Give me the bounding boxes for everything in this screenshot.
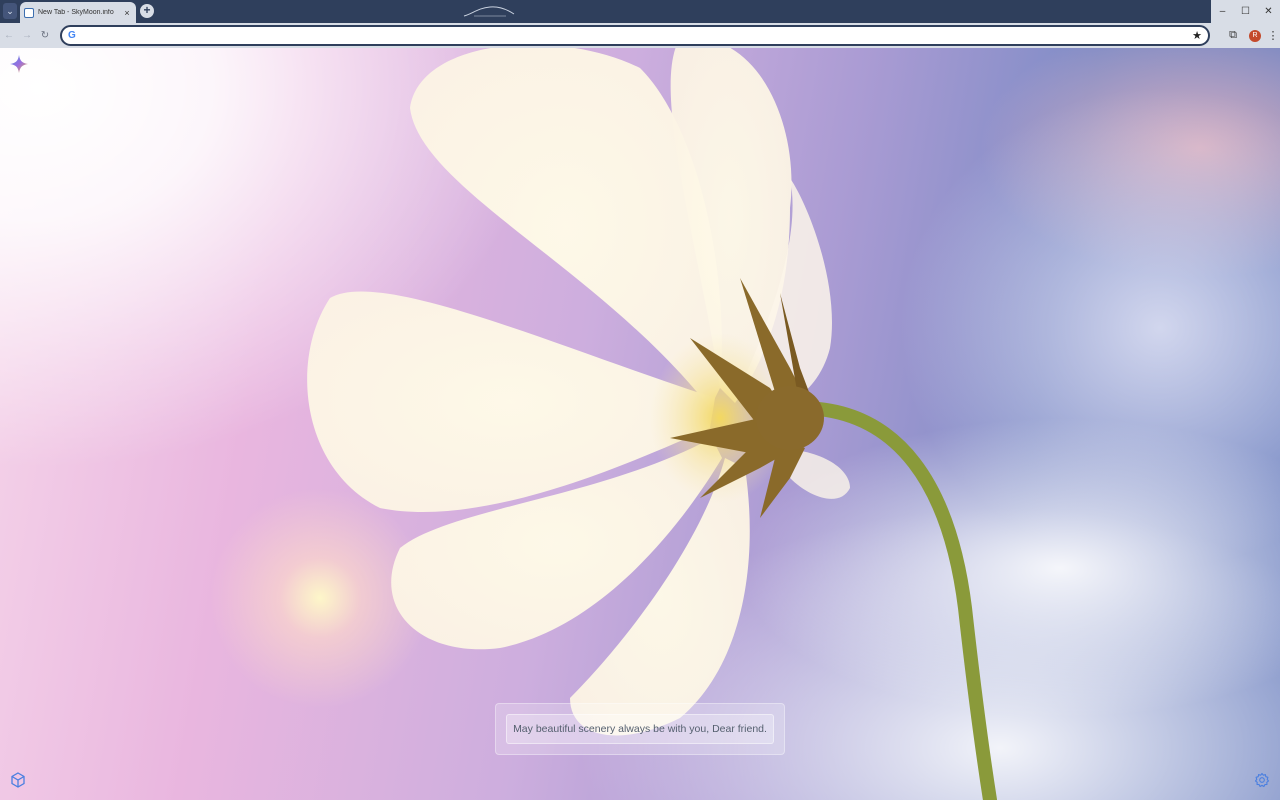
tab-close-icon[interactable]: × xyxy=(122,8,132,18)
tab-title: New Tab - SkyMoon.info xyxy=(38,9,114,16)
window-controls: – ☐ ✕ xyxy=(1211,0,1280,23)
close-window-button[interactable]: ✕ xyxy=(1257,0,1280,23)
address-input[interactable] xyxy=(80,29,1193,42)
car-silhouette-icon xyxy=(463,6,515,17)
title-bar: ⌄ New Tab - SkyMoon.info × + – ☐ ✕ xyxy=(0,0,1280,23)
cube-icon[interactable] xyxy=(10,772,26,788)
forward-button[interactable]: → xyxy=(18,27,36,45)
minimize-button[interactable]: – xyxy=(1211,0,1234,23)
tab-new-tab[interactable]: New Tab - SkyMoon.info × xyxy=(20,2,136,23)
profile-avatar[interactable]: R xyxy=(1249,29,1261,42)
gear-icon[interactable] xyxy=(1254,772,1270,788)
extensions-icon[interactable]: ⧉ xyxy=(1222,25,1244,47)
address-bar[interactable]: G ★ xyxy=(60,25,1210,46)
menu-icon[interactable]: ⋮ xyxy=(1266,29,1280,42)
back-button[interactable]: ← xyxy=(0,27,18,45)
new-tab-button[interactable]: + xyxy=(140,4,154,18)
sparkle-icon[interactable] xyxy=(10,55,28,73)
quote-text: May beautiful scenery always be with you… xyxy=(513,723,767,735)
quote-box[interactable]: May beautiful scenery always be with you… xyxy=(506,714,774,744)
quote-panel: May beautiful scenery always be with you… xyxy=(495,703,785,755)
flower-wallpaper xyxy=(307,48,997,800)
google-icon: G xyxy=(68,30,76,41)
flower-calyx xyxy=(756,386,824,450)
browser-toolbar: ← → ↻ G ★ ⧉ R ⋮ xyxy=(0,23,1280,48)
new-tab-page: May beautiful scenery always be with you… xyxy=(0,48,1280,800)
bookmark-star-icon[interactable]: ★ xyxy=(1192,29,1202,42)
tab-search-button[interactable]: ⌄ xyxy=(3,3,17,19)
toolbar-right: ⧉ R ⋮ xyxy=(1222,23,1280,48)
maximize-button[interactable]: ☐ xyxy=(1234,0,1257,23)
skymoon-favicon-icon xyxy=(24,7,34,18)
reload-button[interactable]: ↻ xyxy=(36,27,54,45)
